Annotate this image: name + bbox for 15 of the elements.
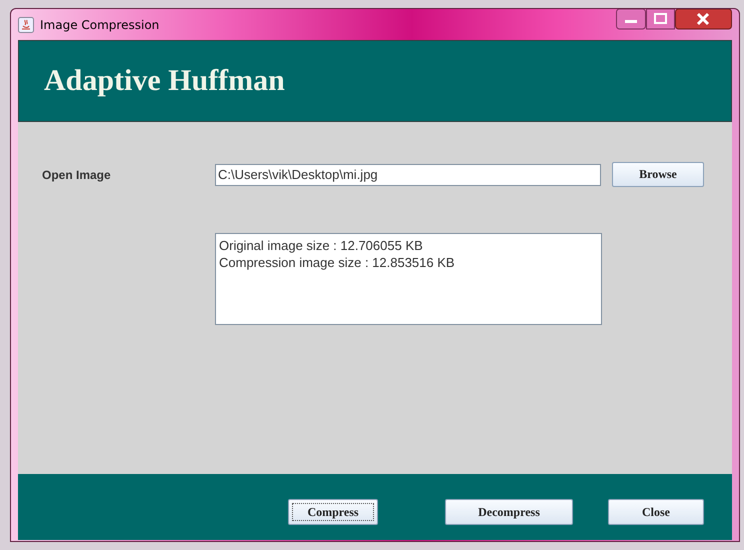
app-heading: Adaptive Huffman xyxy=(44,64,285,98)
action-button[interactable]: Compress xyxy=(288,499,378,525)
minimize-icon[interactable] xyxy=(616,9,646,30)
output-line: Compression image size : 12.853516 KB xyxy=(219,254,455,271)
app-icon xyxy=(18,16,34,32)
action-button[interactable]: Close xyxy=(608,499,704,525)
field-label: Open Image xyxy=(42,168,112,182)
path-field[interactable]: C:\Users\vik\Desktop\mi.jpg xyxy=(215,164,601,186)
close-icon[interactable] xyxy=(675,9,732,30)
output-text-area[interactable]: Original image size : 12.706055 KB Compression image size : 12.853516 KB xyxy=(215,233,602,325)
window-title: Image Compression xyxy=(40,18,160,32)
maximize-icon[interactable] xyxy=(646,9,675,30)
browse-button[interactable]: Browse xyxy=(612,162,704,187)
action-button[interactable]: Decompress xyxy=(445,499,573,525)
output-line: Original image size : 12.706055 KB xyxy=(219,237,423,254)
